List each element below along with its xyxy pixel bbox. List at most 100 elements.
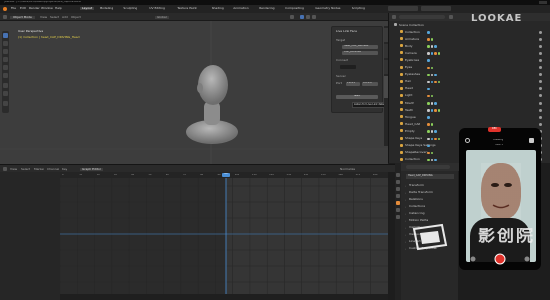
properties-section[interactable]: › Relations: [405, 197, 453, 202]
object-name-field[interactable]: Head_CAP_DRIVING: [406, 174, 454, 179]
viewport-menu-select[interactable]: Select: [50, 16, 59, 19]
visibility-eye-icon[interactable]: [539, 87, 542, 91]
render-tab-icon[interactable]: [396, 180, 400, 184]
graph-scrollbar[interactable]: [60, 294, 388, 300]
outliner-item[interactable]: Body: [389, 43, 550, 49]
workspace-tab[interactable]: Compositing: [285, 7, 304, 10]
workspace-tab[interactable]: Geometry Nodes: [315, 7, 340, 10]
visibility-eye-icon[interactable]: [539, 51, 542, 55]
viewport-menu-object[interactable]: Object: [71, 16, 81, 19]
mode-icon[interactable]: [470, 256, 476, 262]
outliner-item[interactable]: Eyebrows: [389, 57, 550, 63]
graph-area[interactable]: [60, 172, 388, 300]
outliner-item[interactable]: Tongue: [389, 114, 550, 120]
menu-file[interactable]: File: [11, 7, 16, 10]
visibility-eye-icon[interactable]: [539, 73, 542, 77]
visibility-eye-icon[interactable]: [539, 115, 542, 119]
mode-dropdown[interactable]: Object Mode: [10, 15, 35, 19]
visibility-eye-icon[interactable]: [539, 44, 542, 48]
transform-tool-icon[interactable]: [3, 73, 8, 78]
frame-ruler[interactable]: 0 10 20 30 40 50 60 70 80 90 100 110 120 130 140 150 160…: [60, 172, 388, 178]
workspace-tab[interactable]: Animation: [233, 7, 248, 10]
head-field[interactable]: CAP_DRIVING: [342, 51, 378, 55]
port-field[interactable]: 11111: [346, 82, 360, 86]
annotate-tool-icon[interactable]: [3, 83, 8, 88]
graph-menu-view[interactable]: View: [10, 168, 17, 171]
filter-icon[interactable]: [449, 15, 453, 19]
measure-tool-icon[interactable]: [3, 91, 8, 96]
menu-edit[interactable]: Edit: [20, 7, 26, 10]
graph-mode-dropdown[interactable]: Graph Editor: [80, 167, 104, 171]
select-box-tool-icon[interactable]: [3, 33, 8, 38]
workspace-tab[interactable]: UV Editing: [149, 7, 165, 10]
outliner-item[interactable]: Armature: [389, 36, 550, 42]
overlay-icon[interactable]: [290, 15, 294, 19]
workspace-tab[interactable]: Scripting: [352, 7, 365, 10]
current-frame-badge[interactable]: 60: [222, 173, 230, 177]
view-layer-selector[interactable]: [421, 6, 451, 11]
orientation-dropdown[interactable]: Global: [155, 15, 169, 19]
outliner-item[interactable]: Light: [389, 93, 550, 99]
viewport-menu-view[interactable]: View: [40, 16, 47, 19]
menu-help[interactable]: Help: [55, 7, 62, 10]
visibility-eye-icon[interactable]: [539, 122, 542, 126]
outliner-item[interactable]: Teeth: [389, 107, 550, 113]
properties-section[interactable]: › Transform: [405, 183, 453, 188]
material-shading-icon[interactable]: [306, 15, 310, 19]
graph-menu-select[interactable]: Select: [21, 168, 30, 171]
visibility-eye-icon[interactable]: [539, 108, 542, 112]
visibility-eye-icon[interactable]: [539, 37, 542, 41]
record-button-icon[interactable]: [494, 253, 506, 265]
solid-shading-icon[interactable]: [300, 15, 304, 19]
graph-channel-list[interactable]: 1.51.00.50.0-0.5-1.0-1.5: [0, 172, 67, 300]
visibility-eye-icon[interactable]: [539, 58, 542, 62]
outliner-item[interactable]: Camera: [389, 50, 550, 56]
host-field[interactable]: 0.0.0.0: [362, 82, 378, 86]
move-tool-icon[interactable]: [3, 49, 8, 54]
graph-menu-key[interactable]: Key: [62, 168, 67, 171]
menu-window[interactable]: Window: [41, 7, 53, 10]
color-swatch[interactable]: [340, 65, 356, 69]
library-icon[interactable]: [529, 138, 534, 143]
visibility-eye-icon[interactable]: [539, 80, 542, 84]
properties-section[interactable]: › Instancing: [405, 211, 453, 216]
editor-type-icon[interactable]: [3, 15, 7, 19]
visibility-eye-icon[interactable]: [539, 101, 542, 105]
scene-tab-icon[interactable]: [396, 194, 400, 198]
3d-viewport[interactable]: [0, 21, 388, 164]
outliner-item[interactable]: Head_CAP: [389, 121, 550, 127]
scale-tool-icon[interactable]: [3, 65, 8, 70]
add-cube-tool-icon[interactable]: [3, 101, 8, 106]
outliner-item[interactable]: Mouth: [389, 100, 550, 106]
data-tab-icon[interactable]: [396, 215, 400, 219]
scene-collection-row[interactable]: Scene Collection: [389, 22, 550, 28]
head-model[interactable]: [183, 63, 241, 149]
output-tab-icon[interactable]: [396, 187, 400, 191]
workspace-tab[interactable]: Layout: [80, 7, 95, 10]
properties-search-input[interactable]: [406, 165, 450, 169]
menu-render[interactable]: Render: [29, 7, 40, 10]
outliner-search-input[interactable]: [399, 15, 445, 19]
settings-icon[interactable]: [465, 138, 470, 143]
outliner-item[interactable]: Eyes: [389, 65, 550, 71]
outliner-item[interactable]: Hair: [389, 79, 550, 85]
object-tab-icon[interactable]: [396, 201, 400, 205]
scene-selector[interactable]: [388, 6, 418, 11]
workspace-tab[interactable]: Texture Paint: [177, 7, 196, 10]
tool-tab-icon[interactable]: [396, 173, 400, 177]
properties-section[interactable]: › Delta Transform: [405, 190, 453, 195]
workspace-tab[interactable]: Modeling: [100, 7, 114, 10]
workspace-tab[interactable]: Shading: [212, 7, 224, 10]
rendered-shading-icon[interactable]: [312, 15, 316, 19]
visibility-eye-icon[interactable]: [539, 30, 542, 34]
graph-menu-channel[interactable]: Channel: [47, 168, 59, 171]
outliner-item[interactable]: Head: [389, 86, 550, 92]
graph-editor-type-icon[interactable]: [3, 167, 7, 171]
workspace-tab[interactable]: Sculpting: [123, 7, 137, 10]
graph-menu-marker[interactable]: Marker: [34, 168, 44, 171]
outliner-item[interactable]: Eyelashes: [389, 72, 550, 78]
normalize-toggle[interactable]: Normalize: [340, 168, 355, 171]
blender-logo-icon[interactable]: [3, 7, 7, 11]
outliner-item[interactable]: Collection: [389, 29, 550, 35]
viewport-menu-add[interactable]: Add: [62, 16, 68, 19]
